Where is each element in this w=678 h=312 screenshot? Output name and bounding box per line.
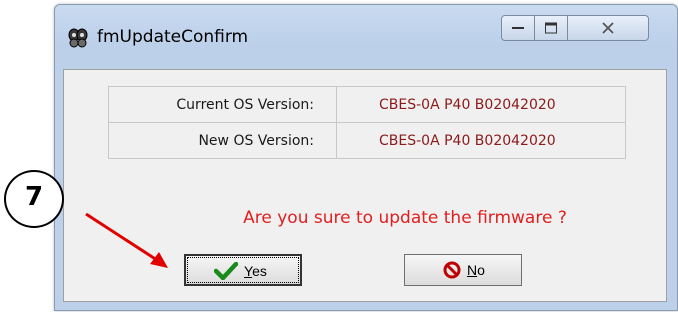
current-os-label: Current OS Version: <box>108 86 337 123</box>
table-row: New OS Version: CBES-0A P40 B02042020 <box>108 122 626 159</box>
minimize-button[interactable] <box>501 15 535 41</box>
confirm-question: Are you sure to update the firmware ? <box>243 208 567 228</box>
step-number: 7 <box>24 182 44 212</box>
close-icon <box>602 22 614 34</box>
butterfly-app-icon <box>67 27 89 49</box>
window-title: fmUpdateConfirm <box>97 27 249 47</box>
no-button-label: No <box>467 262 485 278</box>
step-number-badge: 7 <box>4 170 64 228</box>
checkmark-icon <box>213 261 239 283</box>
close-button[interactable] <box>567 15 649 41</box>
dialog-window: fmUpdateConfirm Current OS Version: CBES… <box>54 4 678 311</box>
new-os-label: New OS Version: <box>108 122 337 159</box>
prohibited-icon <box>443 261 461 282</box>
table-row: Current OS Version: CBES-0A P40 B0204202… <box>108 86 626 123</box>
title-bar[interactable]: fmUpdateConfirm <box>55 5 677 67</box>
no-button[interactable]: No <box>404 254 522 286</box>
maximize-button[interactable] <box>534 15 568 41</box>
version-table: Current OS Version: CBES-0A P40 B0204202… <box>108 86 626 159</box>
yes-button[interactable]: Yes <box>184 254 302 286</box>
yes-button-label: Yes <box>244 263 267 279</box>
dialog-body: Current OS Version: CBES-0A P40 B0204202… <box>63 69 667 302</box>
current-os-value: CBES-0A P40 B02042020 <box>336 86 626 123</box>
minimize-icon <box>512 27 524 29</box>
maximize-icon <box>545 22 557 34</box>
new-os-value: CBES-0A P40 B02042020 <box>336 122 626 159</box>
